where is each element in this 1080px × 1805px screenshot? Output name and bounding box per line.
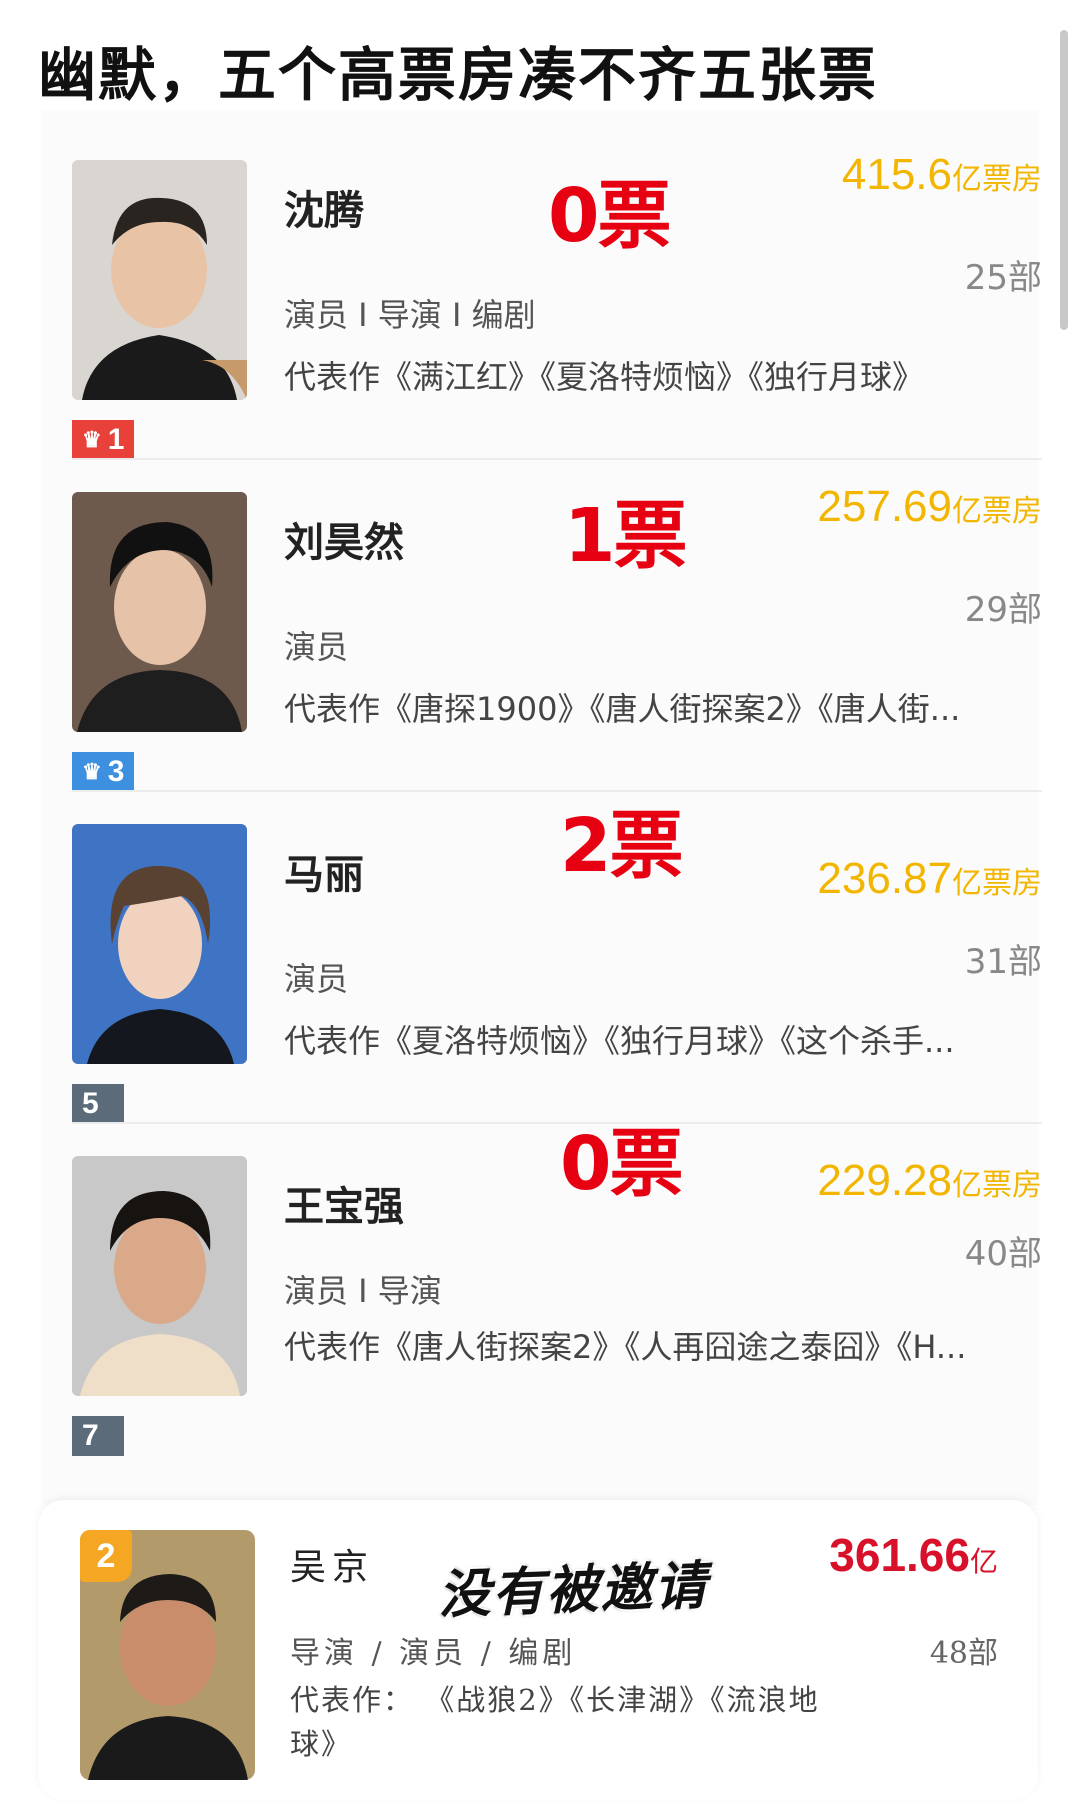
list-item[interactable]: ♛ 3 刘昊然 1票 257.69亿票房 29部 演员 代表作《唐探1900》《… xyxy=(72,462,1042,792)
role-text: 演员 I 导演 xyxy=(284,1272,442,1310)
divider xyxy=(72,458,1042,460)
role-text: 导演 / 演员 / 编剧 xyxy=(290,1636,577,1671)
box-office-unit: 亿 xyxy=(969,1545,998,1578)
person-name[interactable]: 刘昊然 xyxy=(284,510,404,568)
box-office-value: 361.66 xyxy=(829,1529,970,1581)
rank-badge: 5 xyxy=(72,1084,124,1124)
person-name[interactable]: 王宝强 xyxy=(284,1174,404,1232)
box-office: 229.28亿票房 xyxy=(817,1156,1042,1206)
avatar xyxy=(72,160,247,400)
box-office-value: 236.87 xyxy=(817,854,952,903)
person-name[interactable]: 沈腾 xyxy=(284,178,364,236)
film-count: 29部 xyxy=(964,590,1042,630)
rank-number: 5 xyxy=(82,1087,99,1120)
crown-icon: ♛ xyxy=(82,759,102,784)
rank-badge: 7 xyxy=(72,1416,124,1456)
rank-number: 7 xyxy=(82,1419,99,1452)
box-office-unit: 亿票房 xyxy=(952,1168,1042,1203)
vote-count: 1票 xyxy=(564,493,687,579)
film-count: 25部 xyxy=(964,258,1042,298)
rank-number: 3 xyxy=(107,755,125,788)
works-text: 代表作《唐探1900》《唐人街探案2》《唐人街... xyxy=(284,690,961,728)
role-text: 演员 xyxy=(284,960,349,998)
page-title: 幽默，五个高票房凑不齐五张票 xyxy=(38,41,879,109)
avatar xyxy=(72,492,247,732)
avatar xyxy=(72,824,247,1064)
divider xyxy=(72,1122,1042,1124)
rank-badge: ♛ 1 xyxy=(72,420,135,460)
list-item[interactable]: 7 王宝强 0票 229.28亿票房 40部 演员 I 导演 代表作《唐人街探案… xyxy=(72,1121,1042,1456)
divider xyxy=(72,790,1042,792)
film-count: 48部 xyxy=(929,1636,998,1671)
film-count: 31部 xyxy=(964,942,1042,982)
box-office: 257.69亿票房 xyxy=(817,482,1042,532)
list-item[interactable]: 5 马丽 2票 236.87亿票房 31部 演员 代表作《夏洛特烦恼》《独行月球… xyxy=(72,794,1042,1124)
box-office: 236.87亿票房 xyxy=(817,854,1042,904)
role-text: 演员 xyxy=(284,628,349,666)
rank-badge: ♛ 3 xyxy=(72,752,135,792)
rank-badge: 2 xyxy=(80,1530,132,1582)
scrollbar[interactable] xyxy=(1060,30,1068,330)
role-text: 演员 I 导演 I 编剧 xyxy=(284,296,536,334)
ranking-list: ♛ 1 沈腾 0票 415.6亿票房 25部 演员 I 导演 I 编剧 代表作《… xyxy=(42,110,1042,1505)
vote-count: 2票 xyxy=(560,803,683,889)
box-office-unit: 亿票房 xyxy=(952,162,1042,197)
vote-count: 0票 xyxy=(560,1121,683,1207)
box-office: 415.6亿票房 xyxy=(842,150,1042,200)
list-item[interactable]: ♛ 1 沈腾 0票 415.6亿票房 25部 演员 I 导演 I 编剧 代表作《… xyxy=(72,130,1042,460)
works-text: 代表作《夏洛特烦恼》《独行月球》《这个杀手... xyxy=(284,1022,955,1060)
overlay-caption: 没有被邀请 xyxy=(437,1555,710,1626)
person-name[interactable]: 吴京 xyxy=(290,1538,374,1590)
box-office-value: 229.28 xyxy=(817,1156,952,1205)
box-office-unit: 亿票房 xyxy=(952,866,1042,901)
box-office-value: 415.6 xyxy=(841,150,952,199)
rank-number: 1 xyxy=(107,423,125,456)
vote-count: 0票 xyxy=(548,173,671,259)
works-text: 代表作《唐人街探案2》《人再囧途之泰囧》《H... xyxy=(284,1328,967,1366)
box-office-unit: 亿票房 xyxy=(952,494,1042,529)
avatar xyxy=(72,1156,247,1396)
person-name[interactable]: 马丽 xyxy=(284,842,364,900)
film-count: 40部 xyxy=(964,1234,1042,1274)
works-text: 代表作《满江红》《夏洛特烦恼》《独行月球》 xyxy=(284,358,925,396)
box-office: 361.66亿 xyxy=(829,1528,998,1582)
crown-icon: ♛ xyxy=(82,427,102,452)
works-text: 代表作： 《战狼2》《长津湖》《流浪地球》 xyxy=(290,1683,820,1761)
box-office-value: 257.69 xyxy=(817,482,952,531)
highlight-card[interactable]: 2 吴京 没有被邀请 361.66亿 导演 / 演员 / 编剧 48部 代表作：… xyxy=(38,1500,1038,1800)
